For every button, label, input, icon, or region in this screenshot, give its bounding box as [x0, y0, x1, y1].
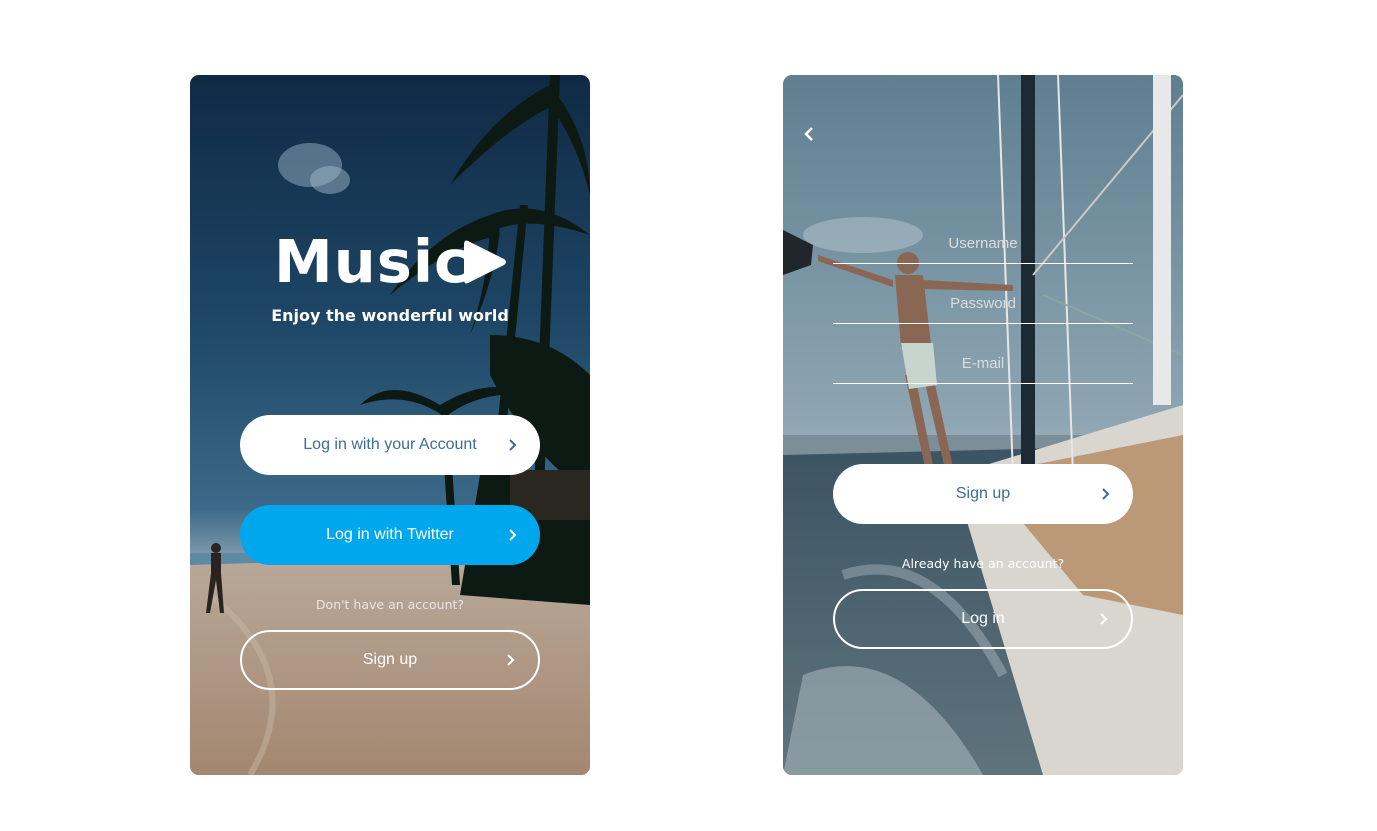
chevron-left-icon[interactable] [801, 125, 817, 143]
chevron-right-icon [509, 529, 517, 541]
sailboat-background-image [783, 75, 1183, 775]
login-twitter-label: Log in with Twitter [326, 526, 454, 543]
chevron-right-icon [1100, 613, 1108, 625]
email-input[interactable] [833, 344, 1133, 382]
welcome-screen: Music Enjoy the wonderful world Log in w… [190, 75, 590, 775]
chevron-right-icon [509, 439, 517, 451]
chevron-right-icon [507, 654, 515, 666]
username-input[interactable] [833, 224, 1133, 262]
signup-submit-button[interactable]: Sign up [833, 464, 1133, 524]
play-icon [464, 240, 506, 284]
tagline: Enjoy the wonderful world [271, 306, 509, 325]
login-label: Log in [961, 610, 1005, 627]
signup-submit-label: Sign up [955, 485, 1011, 502]
have-account-text: Already have an account? [901, 556, 1065, 571]
signup-button[interactable]: Sign up [240, 630, 540, 690]
login-button[interactable]: Log in [833, 589, 1133, 649]
app-title: Music [274, 227, 471, 296]
username-field[interactable] [833, 224, 1133, 264]
password-field[interactable] [833, 284, 1133, 324]
login-account-label: Log in with your Account [303, 436, 477, 453]
email-field[interactable] [833, 344, 1133, 384]
login-account-button[interactable]: Log in with your Account [240, 415, 540, 475]
no-account-text: Don't have an account? [315, 597, 465, 612]
login-twitter-button[interactable]: Log in with Twitter [240, 505, 540, 565]
chevron-right-icon [1102, 488, 1110, 500]
signup-screen: Sign up Already have an account? Log in [783, 75, 1183, 775]
signup-label: Sign up [362, 651, 418, 668]
password-input[interactable] [833, 284, 1133, 322]
